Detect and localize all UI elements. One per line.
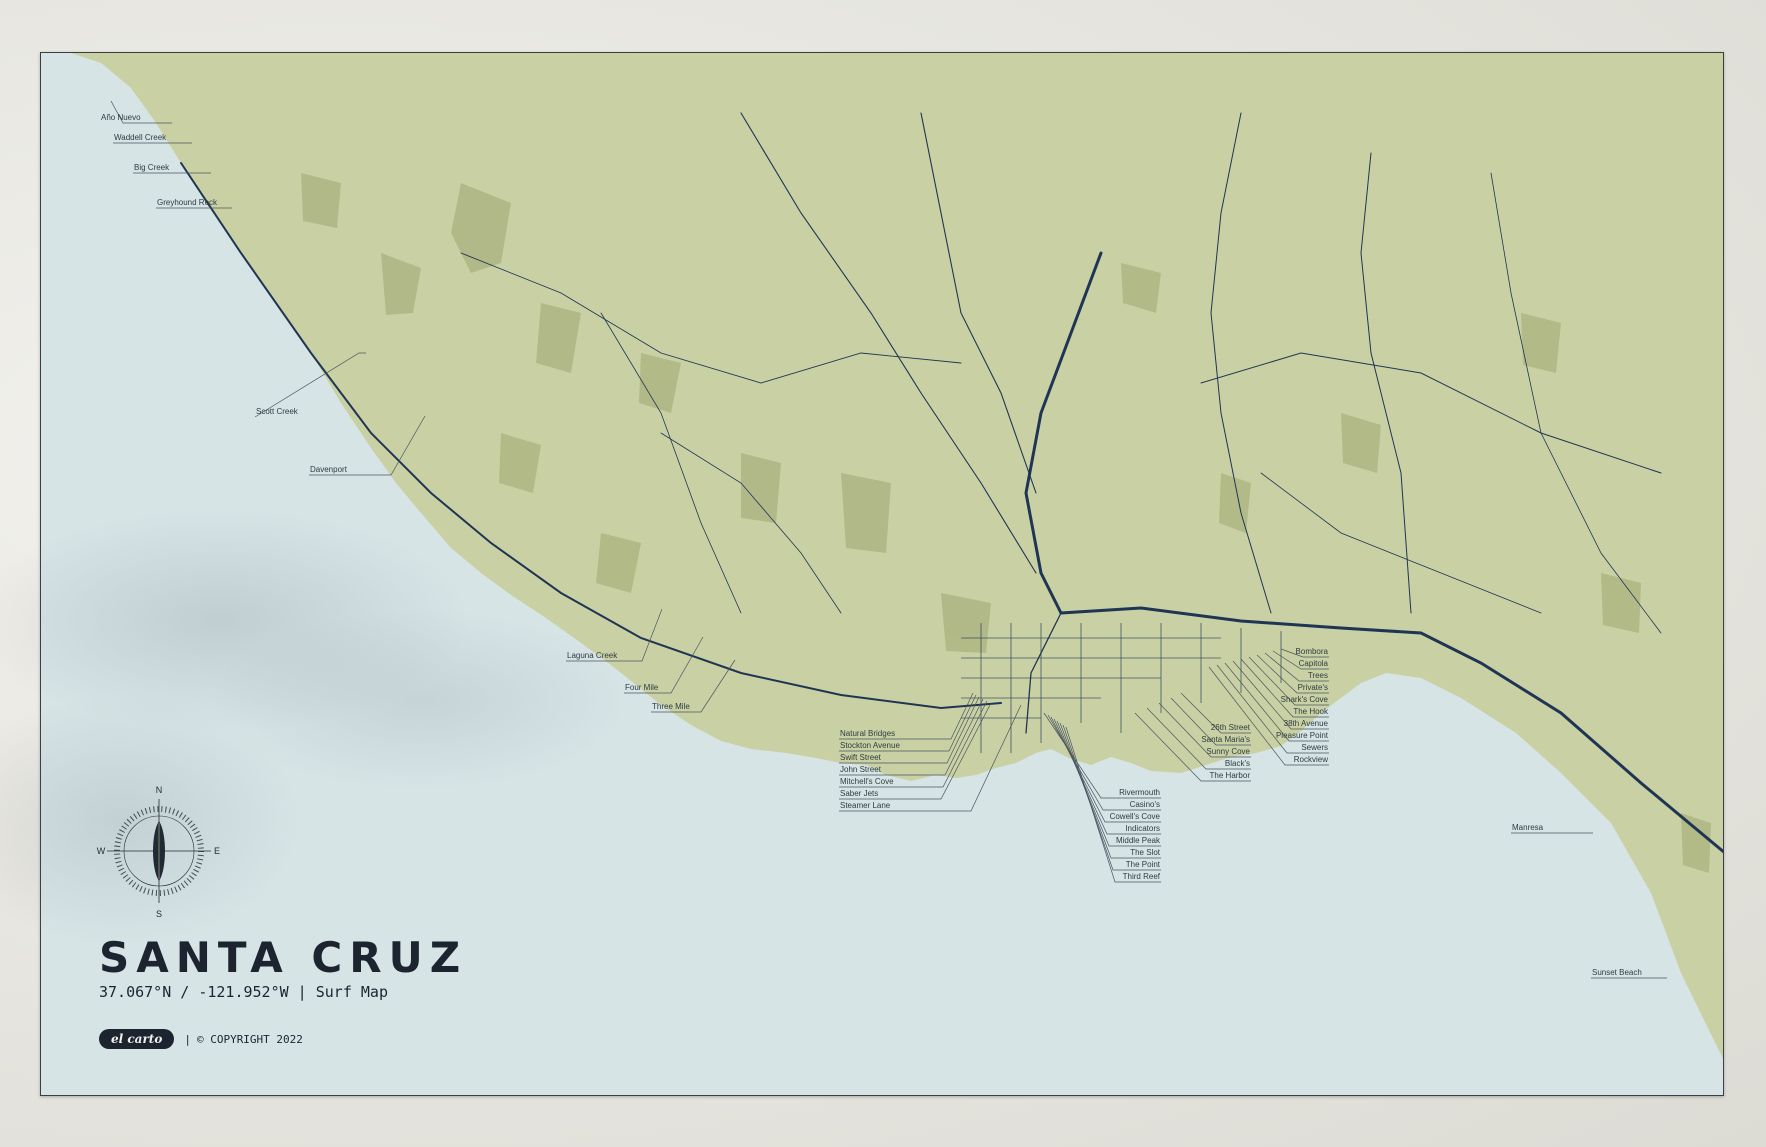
spot-label: Middle Peak — [1116, 836, 1161, 845]
map-footer: el carto | © COPYRIGHT 2022 — [99, 1029, 303, 1049]
spot-label: Capitola — [1299, 659, 1329, 668]
spot-label: Sunny Cove — [1206, 747, 1250, 756]
spot-label: Natural Bridges — [840, 729, 895, 738]
spot-label: Three Mile — [652, 702, 690, 711]
spot-label: Rivermouth — [1119, 788, 1160, 797]
spot-label: Stockton Avenue — [840, 741, 900, 750]
compass-s: S — [156, 909, 162, 919]
map-title: SANTA CRUZ — [99, 933, 468, 982]
spot-label: Third Reef — [1123, 872, 1161, 881]
spot-label: The Slot — [1130, 848, 1161, 857]
compass-n: N — [156, 785, 163, 795]
spot-label: Santa Maria's — [1201, 735, 1250, 744]
spot-label: Black's — [1225, 759, 1250, 768]
spot-label: Sewers — [1301, 743, 1328, 752]
spot-label: The Hook — [1293, 707, 1329, 716]
spot-label: Casino's — [1130, 800, 1160, 809]
spot-label: Saber Jets — [840, 789, 878, 798]
spot-label: Steamer Lane — [840, 801, 891, 810]
spot-label: Davenport — [310, 465, 348, 474]
spot-label: The Harbor — [1210, 771, 1251, 780]
spot-label: Sunset Beach — [1592, 968, 1642, 977]
spot-label: Pleasure Point — [1276, 731, 1329, 740]
spot-label: Cowell's Cove — [1110, 812, 1161, 821]
spot-label: Rockview — [1294, 755, 1328, 764]
spot-label: Bombora — [1296, 647, 1329, 656]
spot-label: Indicators — [1125, 824, 1160, 833]
spot-label: 38th Avenue — [1284, 719, 1329, 728]
compass-rose: N S E W — [97, 785, 220, 919]
brand-logo: el carto — [99, 1029, 175, 1049]
spot-label: Big Creek — [134, 163, 170, 172]
spot-label: Four Mile — [625, 683, 659, 692]
spot-label: John Street — [840, 765, 882, 774]
copyright-text: © COPYRIGHT 2022 — [196, 1032, 303, 1046]
compass-e: E — [214, 846, 220, 856]
spot-label: Greyhound Rock — [157, 198, 218, 207]
spot-label: Año Nuevo — [101, 113, 141, 122]
spot-label: Private's — [1298, 683, 1328, 692]
map-coordinates: 37.067°N / -121.952°W | Surf Map — [99, 983, 388, 1001]
footer-separator: | — [184, 1032, 191, 1046]
map-poster: Año Nuevo Waddell Creek Big Creek Greyho… — [40, 52, 1724, 1096]
spot-label: Scott Creek — [256, 407, 299, 416]
spot-label: The Point — [1126, 860, 1161, 869]
spot-label: Mitchell's Cove — [840, 777, 894, 786]
spot-label: Shark's Cove — [1281, 695, 1329, 704]
spot-label: Waddell Creek — [114, 133, 167, 142]
compass-w: W — [97, 846, 106, 856]
spot-label: Laguna Creek — [567, 651, 618, 660]
spot-label: 26th Street — [1211, 723, 1251, 732]
land-mass — [41, 53, 1723, 1059]
spot-label: Swift Street — [840, 753, 882, 762]
spot-label: Manresa — [1512, 823, 1544, 832]
spot-label: Trees — [1308, 671, 1328, 680]
